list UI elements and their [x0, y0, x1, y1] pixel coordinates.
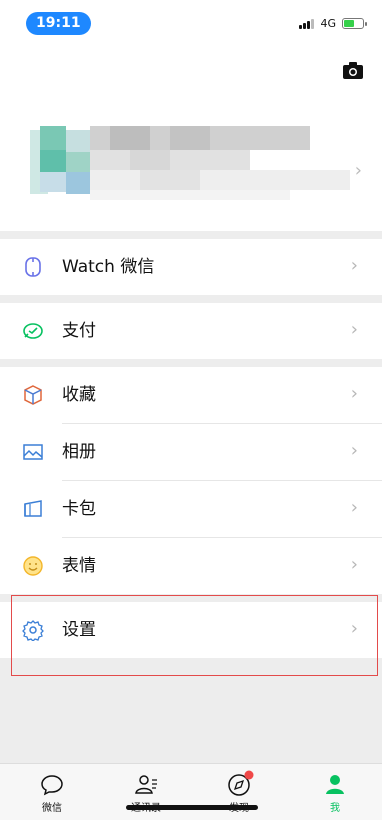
chat-icon — [41, 775, 63, 796]
pay-icon — [23, 323, 43, 339]
menu-item-album[interactable]: 相册 › — [0, 424, 382, 480]
profile-chevron-icon: › — [354, 160, 362, 181]
contacts-icon — [135, 775, 157, 794]
chevron-right-icon: › — [350, 497, 358, 518]
menu-label-watch: Watch 微信 — [62, 257, 155, 277]
tab-me[interactable]: 我 — [300, 772, 370, 814]
menu-item-watch[interactable]: Watch 微信 › — [0, 239, 382, 295]
section-separator — [0, 359, 382, 367]
status-time: 19:11 — [26, 12, 91, 35]
album-icon — [23, 444, 43, 460]
notification-badge — [244, 770, 254, 780]
menu-item-cards[interactable]: 卡包 › — [0, 481, 382, 537]
tab-label-chats: 微信 — [42, 803, 62, 814]
section-separator — [0, 231, 382, 239]
chevron-right-icon: › — [350, 554, 358, 575]
card-wallet-icon — [24, 500, 42, 517]
battery-icon — [342, 18, 367, 29]
chevron-right-icon: › — [350, 383, 358, 404]
tab-bar: 微信 通讯录 发现 我 — [0, 763, 382, 820]
menu-item-favorites[interactable]: 收藏 › — [0, 367, 382, 423]
menu-label-favorites: 收藏 — [62, 385, 96, 405]
menu-item-pay[interactable]: 支付 › — [0, 303, 382, 359]
settings-highlight-box — [11, 595, 378, 676]
menu-item-stickers[interactable]: 表情 › — [0, 538, 382, 594]
tab-label-me: 我 — [330, 803, 340, 814]
chevron-right-icon: › — [350, 255, 358, 276]
profile-blurred-info — [30, 122, 350, 202]
compass-icon — [228, 770, 254, 796]
favorites-cube-icon — [24, 385, 42, 405]
chevron-right-icon: › — [350, 440, 358, 461]
tab-chats[interactable]: 微信 — [17, 772, 87, 814]
section-separator — [0, 295, 382, 303]
signal-icon — [299, 18, 315, 29]
menu-label-cards: 卡包 — [62, 499, 96, 519]
me-icon — [326, 775, 344, 794]
status-bar: 19:11 4G — [0, 0, 382, 44]
menu-label-album: 相册 — [62, 442, 96, 462]
profile-header[interactable]: › — [0, 112, 382, 230]
me-page: 19:11 4G › Watch 微信 › 支付 › 收藏 › 相册 › 卡包 … — [0, 0, 382, 820]
menu-label-pay: 支付 — [62, 321, 96, 341]
network-label: 4G — [320, 17, 336, 30]
smiley-icon — [23, 556, 43, 576]
camera-icon[interactable] — [342, 60, 364, 80]
status-indicators: 4G — [299, 17, 367, 30]
home-indicator — [126, 805, 258, 810]
chevron-right-icon: › — [350, 319, 358, 340]
watch-icon — [25, 257, 41, 277]
menu-label-stickers: 表情 — [62, 556, 96, 576]
